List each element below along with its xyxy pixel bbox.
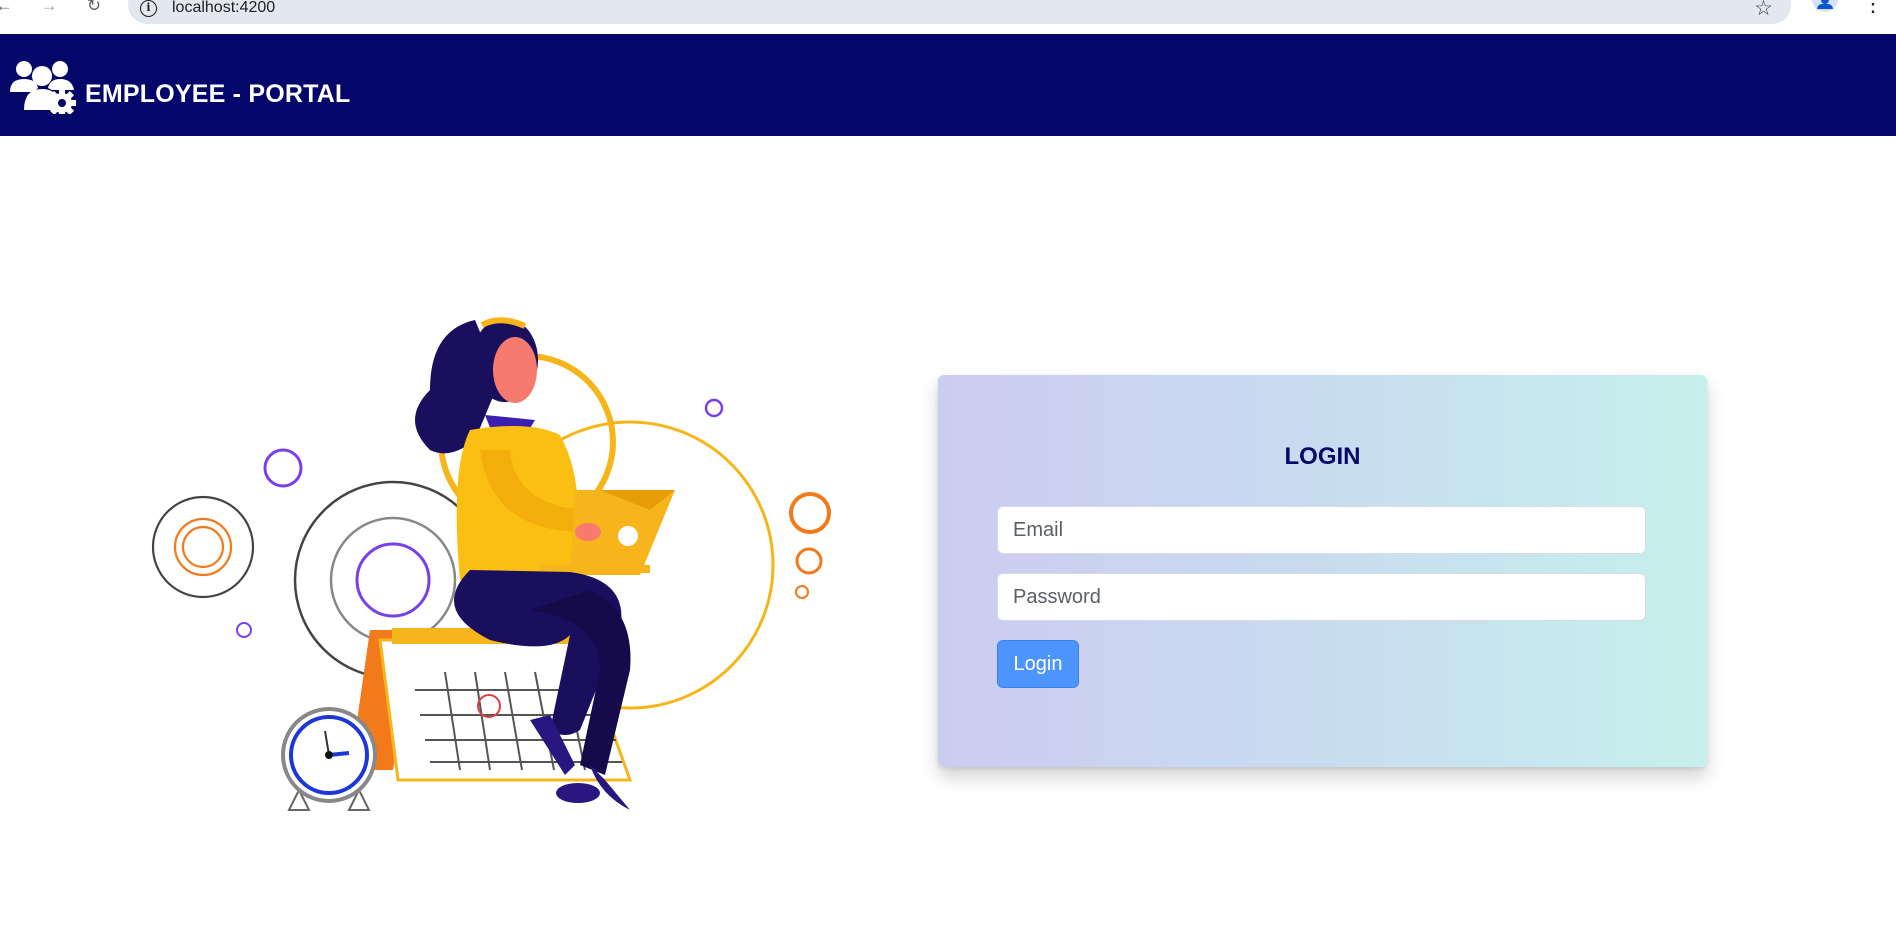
address-bar[interactable]: i localhost:4200 ☆ xyxy=(128,0,1791,24)
password-field[interactable] xyxy=(997,573,1646,621)
bookmark-star-icon[interactable]: ☆ xyxy=(1754,0,1773,21)
reload-icon[interactable]: ↻ xyxy=(82,0,106,16)
brand-title[interactable]: EMPLOYEE - PORTAL xyxy=(85,80,350,109)
browser-menu-icon[interactable]: ⋮ xyxy=(1862,0,1884,15)
users-gear-icon xyxy=(10,61,76,114)
login-title: LOGIN xyxy=(1284,443,1361,470)
hero-illustration xyxy=(151,317,831,811)
app-header: EMPLOYEE - PORTAL xyxy=(0,34,1896,136)
site-info-icon[interactable]: i xyxy=(140,0,157,17)
browser-toolbar: ← → ↻ i localhost:4200 ☆ ⋮ xyxy=(0,0,1896,34)
forward-icon[interactable]: → xyxy=(37,0,61,16)
profile-avatar-icon[interactable] xyxy=(1812,0,1838,12)
email-field[interactable] xyxy=(997,506,1646,554)
login-card: LOGIN Login xyxy=(938,375,1707,767)
login-button[interactable]: Login xyxy=(997,640,1079,688)
back-icon[interactable]: ← xyxy=(0,0,16,16)
address-url[interactable]: localhost:4200 xyxy=(172,0,275,16)
